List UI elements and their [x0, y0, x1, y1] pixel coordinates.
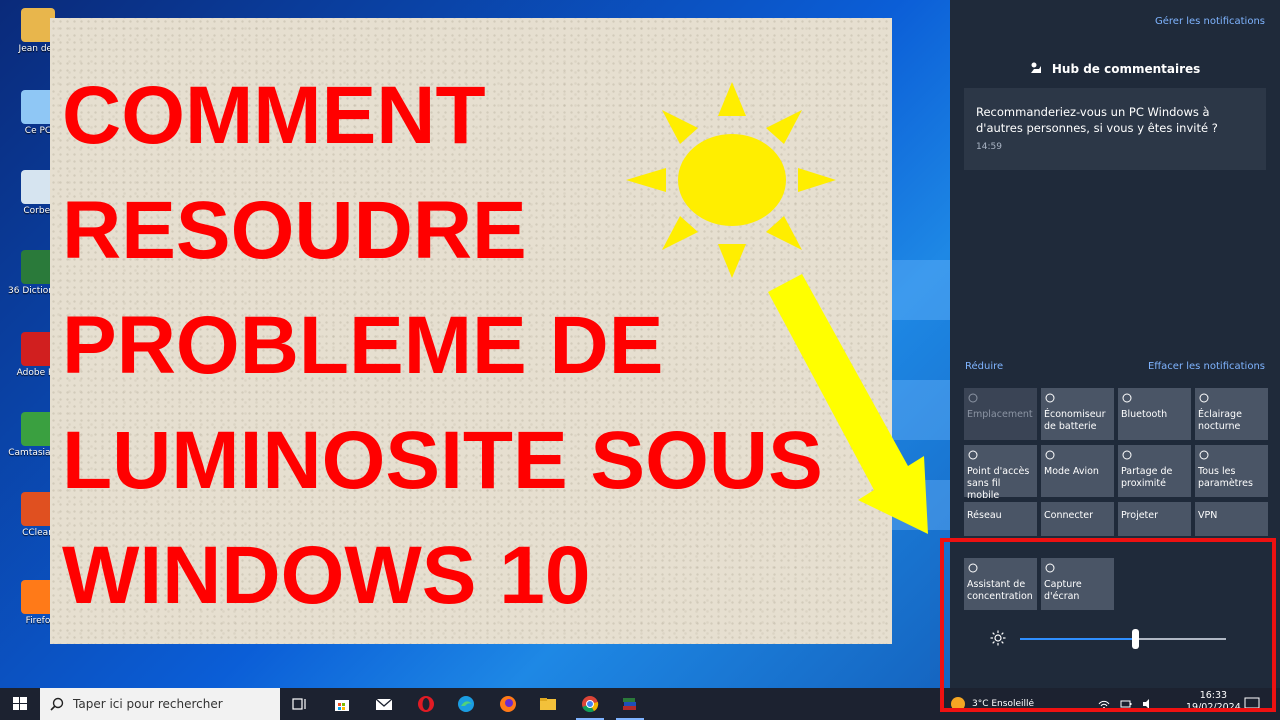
quick-action-tile[interactable]: Éclairage nocturne: [1195, 388, 1268, 440]
settings-icon: [1199, 450, 1209, 460]
notification-time: 14:59: [976, 142, 1002, 152]
quick-action-label: Tous les paramètres: [1198, 466, 1253, 489]
highlight-frame: [940, 538, 1276, 712]
quick-action-label: Mode Avion: [1044, 466, 1099, 477]
quick-action-tile[interactable]: Réseau: [964, 502, 1037, 536]
quick-action-tile[interactable]: Connecter: [1041, 502, 1114, 536]
quick-action-tile[interactable]: Projeter: [1118, 502, 1191, 536]
firefox-icon[interactable]: [498, 694, 518, 714]
windows-start-icon[interactable]: [0, 688, 40, 720]
airplane-icon: [1045, 450, 1055, 460]
location-icon: [968, 393, 978, 403]
collapse-link[interactable]: Réduire: [965, 361, 1003, 372]
quick-action-tile[interactable]: Point d'accès sans fil mobile: [964, 445, 1037, 501]
notification-card[interactable]: Recommanderiez-vous un PC Windows à d'au…: [964, 88, 1266, 170]
mail-icon[interactable]: [374, 694, 394, 714]
quick-action-tile[interactable]: Mode Avion: [1041, 445, 1114, 497]
quick-action-label: VPN: [1198, 510, 1218, 521]
quick-action-label: Économiseur de batterie: [1044, 409, 1106, 432]
headline-line: LUMINOSITE SOUS: [62, 415, 823, 506]
quick-action-tile[interactable]: Partage de proximité: [1118, 445, 1191, 497]
headline-line: PROBLEME DE: [62, 300, 664, 391]
hub-title-text: Hub de commentaires: [1051, 62, 1201, 76]
quick-action-tile[interactable]: Emplacement: [964, 388, 1037, 440]
quick-action-label: Éclairage nocturne: [1198, 409, 1242, 432]
file-explorer-icon[interactable]: [538, 694, 558, 714]
nearby-share-icon: [1122, 450, 1132, 460]
store-icon[interactable]: [332, 694, 352, 714]
hotspot-icon: [968, 450, 978, 460]
task-view-icon[interactable]: [290, 694, 310, 714]
search-placeholder: Taper ici pour rechercher: [73, 697, 223, 711]
chrome-icon[interactable]: [580, 694, 600, 714]
quick-action-label: Bluetooth: [1121, 409, 1168, 420]
taskbar-search[interactable]: Taper ici pour rechercher: [40, 688, 280, 720]
quick-action-label: Emplacement: [967, 409, 1033, 420]
pointer-arrow-icon: [768, 274, 928, 534]
headline-line: WINDOWS 10: [62, 530, 591, 621]
clear-notifications-link[interactable]: Effacer les notifications: [1148, 361, 1265, 372]
quick-action-tile[interactable]: Économiseur de batterie: [1041, 388, 1114, 440]
quick-action-label: Projeter: [1121, 510, 1159, 521]
quick-action-label: Point d'accès sans fil mobile: [967, 466, 1030, 501]
hub-title: Hub de commentaires: [950, 62, 1280, 76]
quick-action-tile[interactable]: VPN: [1195, 502, 1268, 536]
battery-saver-icon: [1045, 393, 1055, 403]
edge-icon[interactable]: [456, 694, 476, 714]
quick-action-label: Connecter: [1044, 510, 1094, 521]
notification-message: Recommanderiez-vous un PC Windows à d'au…: [976, 105, 1218, 135]
dictionary-app-icon[interactable]: [620, 694, 640, 714]
bluetooth-icon: [1122, 393, 1132, 403]
quick-action-tile[interactable]: Tous les paramètres: [1195, 445, 1268, 497]
quick-action-label: Partage de proximité: [1121, 466, 1173, 489]
manage-notifications-link[interactable]: Gérer les notifications: [1155, 16, 1265, 27]
sun-icon: [626, 82, 836, 278]
quick-action-tile[interactable]: Bluetooth: [1118, 388, 1191, 440]
quick-action-label: Réseau: [967, 510, 1002, 521]
opera-icon[interactable]: [416, 694, 436, 714]
feedback-hub-icon: [1030, 62, 1041, 73]
night-light-icon: [1199, 393, 1209, 403]
search-icon: [50, 697, 64, 711]
